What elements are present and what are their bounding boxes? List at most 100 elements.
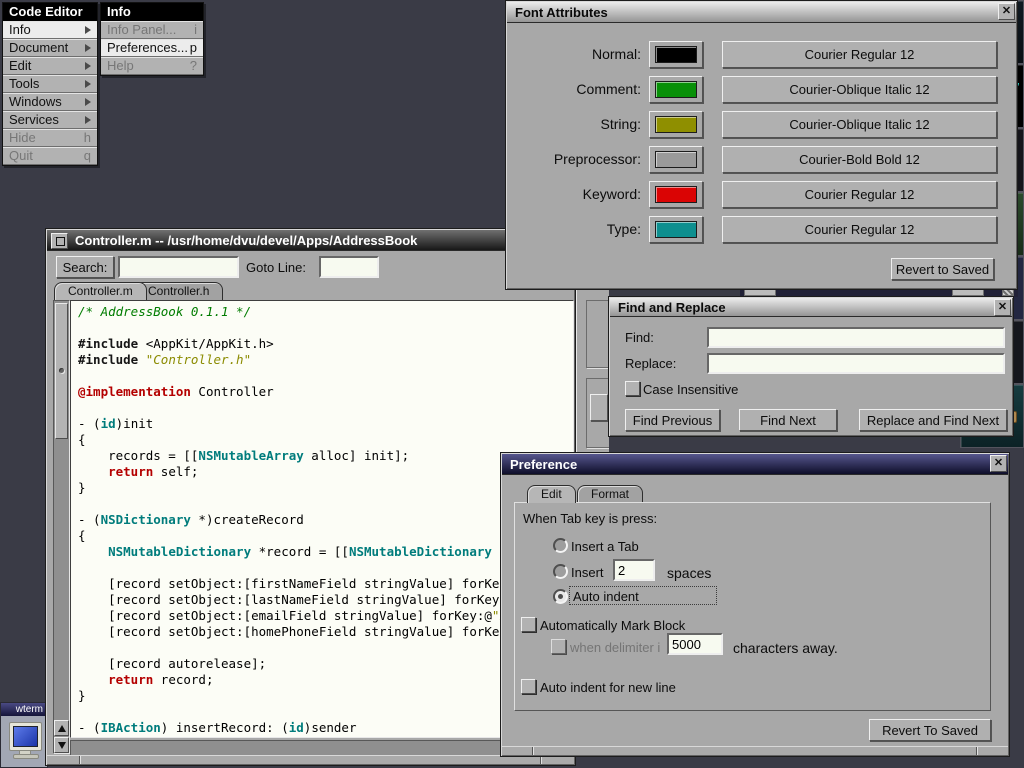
goto-line-input[interactable] bbox=[321, 258, 377, 276]
insert-label: Insert bbox=[571, 565, 604, 580]
revert-to-saved-button[interactable]: Revert to Saved bbox=[891, 258, 994, 280]
spaces-suffix-label: spaces bbox=[667, 565, 711, 581]
close-icon[interactable]: ✕ bbox=[990, 455, 1007, 472]
font-attributes-titlebar[interactable]: Font Attributes bbox=[507, 2, 1016, 23]
auto-indent-newline-checkbox[interactable] bbox=[521, 679, 536, 694]
menu-item-info[interactable]: Info bbox=[3, 21, 97, 39]
delimiter-field-wrap bbox=[667, 633, 723, 655]
comment-color-swatch bbox=[655, 81, 697, 98]
submenu-arrow-icon bbox=[85, 62, 91, 70]
find-input[interactable] bbox=[709, 329, 1003, 346]
preference-title: Preference bbox=[510, 457, 577, 472]
menu-item-preferences[interactable]: Preferences...p bbox=[101, 39, 203, 57]
normal-color-swatch bbox=[655, 46, 697, 63]
menu-item-services[interactable]: Services bbox=[3, 111, 97, 129]
shortcut-key: ? bbox=[190, 58, 197, 73]
find-next-button[interactable]: Find Next bbox=[739, 409, 837, 431]
resize-segment bbox=[744, 289, 776, 296]
type-color-well[interactable] bbox=[649, 216, 703, 243]
tab-format[interactable]: Format bbox=[577, 485, 643, 503]
string-color-well[interactable] bbox=[649, 111, 703, 138]
delimiter-distance-input[interactable] bbox=[669, 635, 721, 653]
characters-away-label: characters away. bbox=[733, 640, 838, 656]
submenu-arrow-icon bbox=[85, 80, 91, 88]
keyword-color-well[interactable] bbox=[649, 181, 703, 208]
spaces-count-input[interactable] bbox=[615, 561, 653, 579]
tab-controller-m[interactable]: Controller.m bbox=[54, 282, 147, 300]
tab-controller-h[interactable]: Controller.h bbox=[134, 282, 223, 300]
menu-item-tools[interactable]: Tools bbox=[3, 75, 97, 93]
editor-title: Controller.m -- /usr/home/dvu/devel/Apps… bbox=[75, 233, 417, 248]
menu-item-windows[interactable]: Windows bbox=[3, 93, 97, 111]
replace-input[interactable] bbox=[709, 355, 1003, 372]
auto-indent-label: Auto indent bbox=[573, 589, 639, 604]
insert-a-tab-radio[interactable] bbox=[553, 538, 568, 553]
menu-item-hide[interactable]: Hideh bbox=[3, 129, 97, 147]
comment-font-button[interactable]: Courier-Oblique Italic 12 bbox=[722, 76, 997, 103]
hidden-button-fragment[interactable] bbox=[590, 394, 608, 421]
comment-label: Comment: bbox=[506, 81, 641, 97]
delimiter-checkbox[interactable] bbox=[551, 639, 566, 654]
normal-color-well[interactable] bbox=[649, 41, 703, 68]
horizontal-scrollbar[interactable] bbox=[70, 740, 574, 756]
menu-item-edit[interactable]: Edit bbox=[3, 57, 97, 75]
revert-to-saved-button[interactable]: Revert To Saved bbox=[869, 719, 991, 741]
find-previous-button[interactable]: Find Previous bbox=[625, 409, 720, 431]
replace-and-find-next-button[interactable]: Replace and Find Next bbox=[859, 409, 1007, 431]
editor-window: Controller.m -- /usr/home/dvu/devel/Apps… bbox=[45, 228, 576, 766]
menu-item-info-panel[interactable]: Info Panel...i bbox=[101, 21, 203, 39]
keyword-label: Keyword: bbox=[506, 186, 641, 202]
terminal-monitor-icon bbox=[9, 722, 42, 751]
keyword-font-button[interactable]: Courier Regular 12 bbox=[722, 181, 997, 208]
monitor-base bbox=[13, 754, 39, 759]
submenu-arrow-icon bbox=[85, 98, 91, 106]
preprocessor-font-button[interactable]: Courier-Bold Bold 12 bbox=[722, 146, 997, 173]
keyword-color-swatch bbox=[655, 186, 697, 203]
editor-resize-bar[interactable] bbox=[47, 755, 574, 764]
replace-field-wrap bbox=[707, 353, 1005, 374]
app-menu-title: Code Editor bbox=[3, 3, 97, 21]
case-insensitive-checkbox[interactable] bbox=[625, 381, 640, 396]
normal-font-button[interactable]: Courier Regular 12 bbox=[722, 41, 997, 68]
code-text-area[interactable]: /* AddressBook 0.1.1 */ #include <AppKit… bbox=[70, 300, 574, 738]
preference-titlebar[interactable]: Preference bbox=[502, 454, 1008, 475]
hidden-box bbox=[586, 300, 609, 368]
info-submenu: Info Info Panel...i Preferences...p Help… bbox=[100, 2, 204, 76]
preprocessor-color-swatch bbox=[655, 151, 697, 168]
shortcut-key: p bbox=[190, 40, 197, 55]
insert-spaces-radio[interactable] bbox=[553, 564, 568, 579]
miniaturize-button[interactable] bbox=[51, 233, 68, 249]
string-font-button[interactable]: Courier-Oblique Italic 12 bbox=[722, 111, 997, 138]
comment-color-well[interactable] bbox=[649, 76, 703, 103]
menu-item-document[interactable]: Document bbox=[3, 39, 97, 57]
auto-mark-block-checkbox[interactable] bbox=[521, 617, 536, 632]
scrollbar-knob[interactable] bbox=[55, 303, 68, 439]
close-icon[interactable]: ✕ bbox=[998, 3, 1015, 20]
close-icon[interactable]: ✕ bbox=[994, 299, 1011, 316]
menu-item-help[interactable]: Help? bbox=[101, 57, 203, 75]
resize-grip bbox=[1002, 289, 1014, 296]
auto-indent-radio[interactable] bbox=[553, 589, 568, 604]
wterm-miniwindow[interactable]: wterm bbox=[0, 702, 48, 768]
menu-item-quit[interactable]: Quitq bbox=[3, 147, 97, 165]
submenu-arrow-icon bbox=[85, 116, 91, 124]
info-submenu-title: Info bbox=[101, 3, 203, 21]
preprocessor-color-well[interactable] bbox=[649, 146, 703, 173]
vertical-scrollbar[interactable] bbox=[53, 300, 70, 754]
search-button[interactable]: Search: bbox=[56, 256, 114, 278]
goto-line-label: Goto Line: bbox=[246, 260, 306, 275]
search-input[interactable] bbox=[120, 258, 237, 276]
preference-resize-bar[interactable] bbox=[502, 746, 1008, 755]
string-label: String: bbox=[506, 116, 641, 132]
type-color-swatch bbox=[655, 221, 697, 238]
find-replace-title: Find and Replace bbox=[618, 300, 726, 315]
scroll-up-button[interactable] bbox=[54, 720, 69, 736]
scroll-down-button[interactable] bbox=[54, 737, 69, 753]
desktop: 7 wterm Controller.m -- /usr/home/dvu/de… bbox=[0, 0, 1024, 768]
find-replace-titlebar[interactable]: Find and Replace bbox=[610, 298, 1012, 317]
type-font-button[interactable]: Courier Regular 12 bbox=[722, 216, 997, 243]
delimiter-label: when delimiter i bbox=[570, 640, 660, 655]
editor-titlebar[interactable]: Controller.m -- /usr/home/dvu/devel/Apps… bbox=[47, 230, 574, 251]
tab-edit[interactable]: Edit bbox=[527, 485, 576, 503]
replace-label: Replace: bbox=[625, 356, 676, 371]
